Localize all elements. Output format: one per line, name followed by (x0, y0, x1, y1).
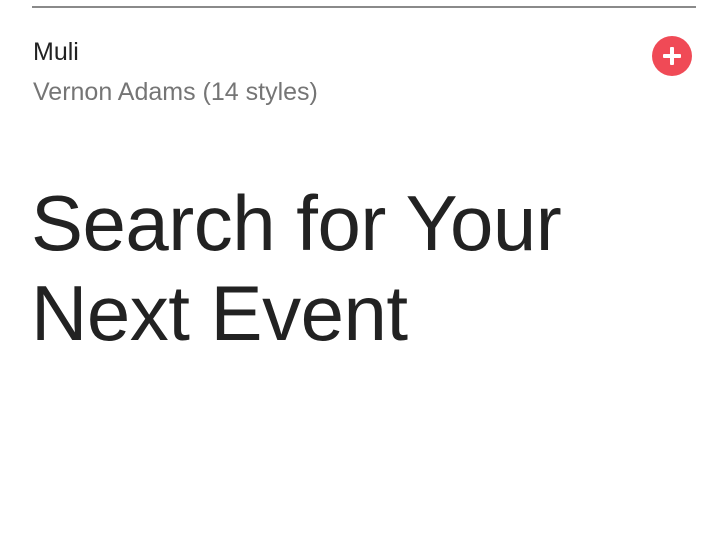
add-font-button[interactable] (652, 36, 692, 76)
font-sample-text: Search for Your Next Event (31, 178, 671, 358)
font-card: Muli Vernon Adams (14 styles) Search for… (0, 0, 704, 560)
plus-icon (661, 45, 683, 67)
sample-line-2: Next Event (31, 269, 408, 357)
sample-line-1: Search for Your (31, 179, 562, 267)
font-designer-info: Vernon Adams (14 styles) (33, 78, 318, 106)
font-name[interactable]: Muli (33, 36, 79, 68)
divider (32, 6, 696, 8)
